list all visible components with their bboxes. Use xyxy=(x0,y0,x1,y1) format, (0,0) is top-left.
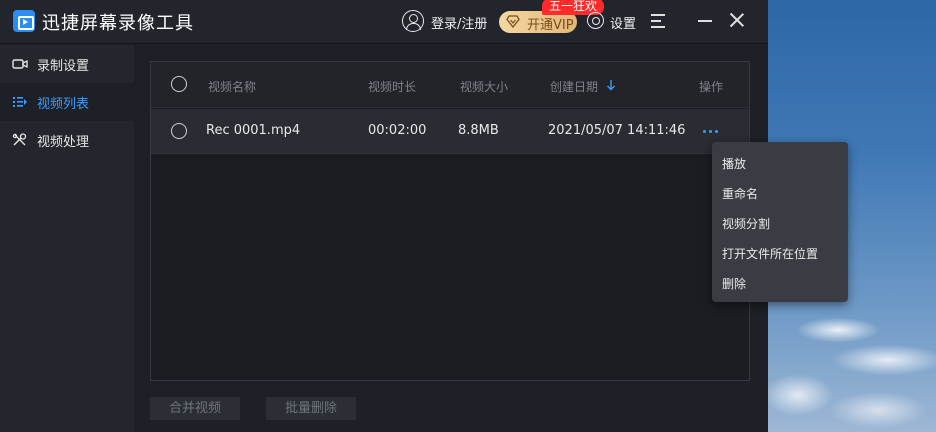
menu-item-play[interactable]: 播放 xyxy=(722,155,746,172)
video-size: 8.8MB xyxy=(458,123,499,138)
login-register-link[interactable]: 登录/注册 xyxy=(431,13,487,32)
column-header-actions: 操作 xyxy=(699,80,724,94)
video-camera-icon xyxy=(12,59,28,69)
title-bar: 迅捷屏幕录像工具 登录/注册 开通VIP 五一狂欢 设置 xyxy=(0,0,768,44)
app-logo-icon xyxy=(13,10,35,32)
merge-videos-button[interactable]: 合并视频 xyxy=(150,397,240,420)
gear-icon[interactable] xyxy=(587,12,604,29)
diamond-icon xyxy=(506,15,520,28)
sort-down-icon[interactable] xyxy=(606,79,616,91)
minimize-icon[interactable] xyxy=(698,20,712,22)
column-header-name[interactable]: 视频名称 xyxy=(208,78,256,95)
column-header-date[interactable]: 创建日期 xyxy=(550,78,598,95)
user-icon[interactable] xyxy=(402,10,424,32)
menu-item-delete[interactable]: 删除 xyxy=(722,275,746,292)
more-actions-button[interactable] xyxy=(703,129,719,135)
list-icon xyxy=(13,97,27,107)
sidebar-item-label: 录制设置 xyxy=(37,59,90,74)
sidebar-item-label: 视频列表 xyxy=(37,97,90,112)
menu-item-open-folder[interactable]: 打开文件所在位置 xyxy=(722,245,818,262)
video-duration: 00:02:00 xyxy=(368,123,427,138)
row-context-menu: 播放 重命名 视频分割 打开文件所在位置 删除 xyxy=(712,142,848,302)
menu-icon[interactable] xyxy=(651,14,665,28)
menu-item-rename[interactable]: 重命名 xyxy=(722,185,758,202)
tools-icon xyxy=(12,133,27,146)
row-select-radio[interactable] xyxy=(171,123,187,139)
select-all-radio[interactable] xyxy=(171,76,187,92)
video-name: Rec 0001.mp4 xyxy=(206,123,301,138)
column-header-duration[interactable]: 视频时长 xyxy=(368,78,416,95)
table-header: 视频名称 视频时长 视频大小 创建日期 操作 xyxy=(151,62,749,108)
sidebar-item-record-settings[interactable]: 录制设置 xyxy=(0,45,134,83)
close-icon[interactable] xyxy=(729,12,745,28)
sidebar: 录制设置 视频列表 视频处理 xyxy=(0,45,134,432)
batch-delete-button[interactable]: 批量删除 xyxy=(266,397,356,420)
video-table: 视频名称 视频时长 视频大小 创建日期 操作 Rec 0001.mp4 00:0… xyxy=(150,61,750,381)
column-header-size[interactable]: 视频大小 xyxy=(460,78,508,95)
app-title: 迅捷屏幕录像工具 xyxy=(42,13,194,34)
table-row[interactable]: Rec 0001.mp4 00:02:00 8.8MB 2021/05/07 1… xyxy=(151,109,749,154)
sidebar-item-video-processing[interactable]: 视频处理 xyxy=(0,121,134,159)
sidebar-item-label: 视频处理 xyxy=(37,135,90,150)
sidebar-item-video-list[interactable]: 视频列表 xyxy=(0,83,134,121)
app-window: 迅捷屏幕录像工具 登录/注册 开通VIP 五一狂欢 设置 录制设置 视频列表 视… xyxy=(0,0,768,432)
menu-item-split-video[interactable]: 视频分割 xyxy=(722,215,770,232)
video-created-date: 2021/05/07 14:11:46 xyxy=(548,123,686,138)
settings-button[interactable]: 设置 xyxy=(610,13,636,32)
vip-label: 开通VIP xyxy=(527,18,574,33)
